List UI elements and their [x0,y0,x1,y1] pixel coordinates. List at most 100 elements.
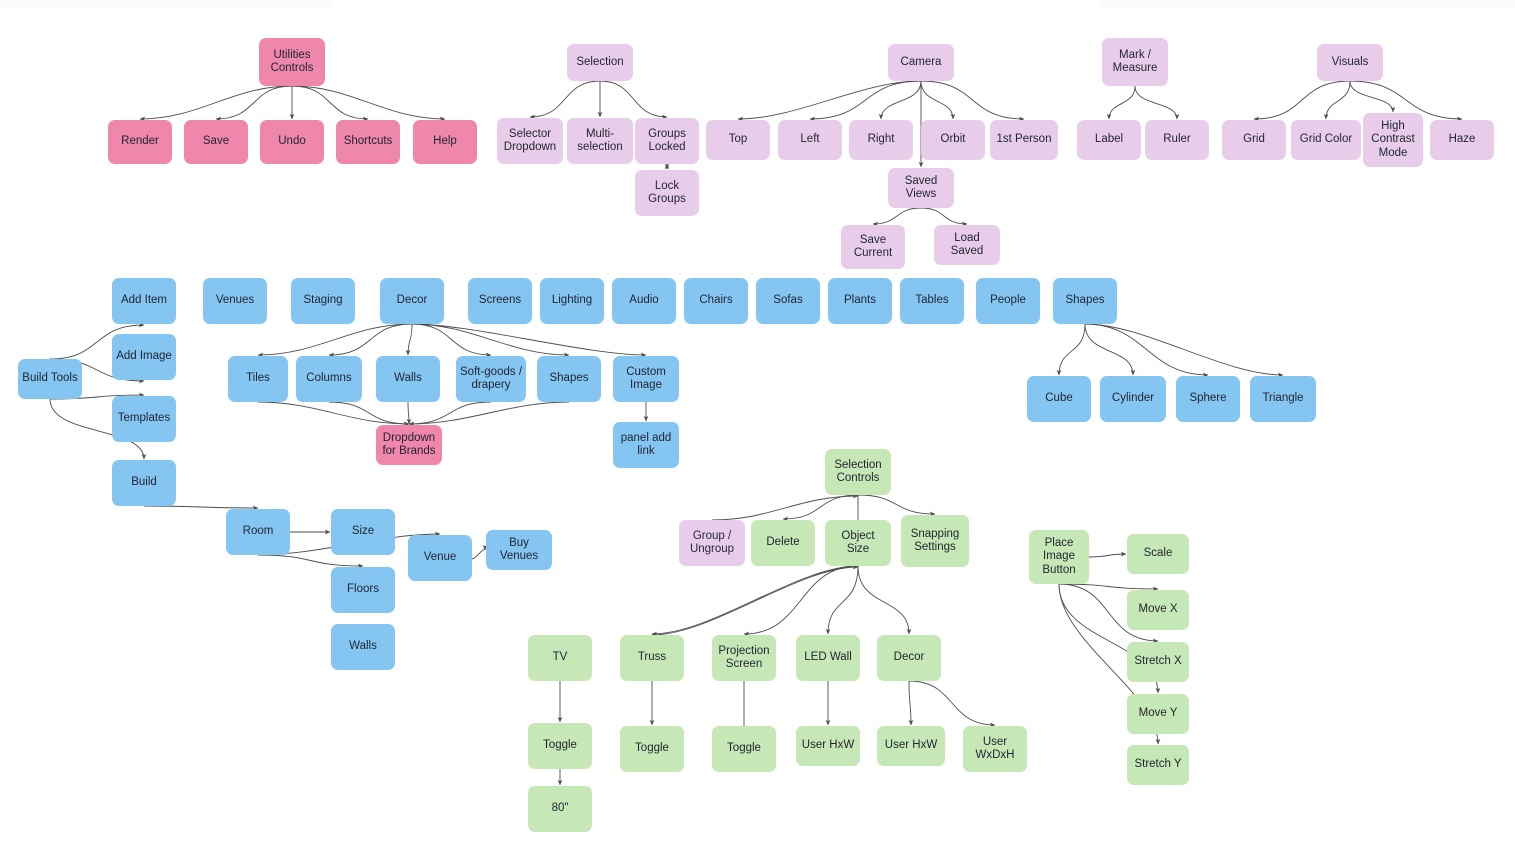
edge-decor-to-walls-decor [405,323,413,356]
node-cam-first-person[interactable]: 1st Person [990,120,1058,160]
node-build[interactable]: Build [112,460,176,506]
node-cam-orbit[interactable]: Orbit [921,120,985,160]
node-selection-controls[interactable]: Selection Controls [825,449,891,495]
node-grid-color[interactable]: Grid Color [1291,120,1361,160]
node-cam-top[interactable]: Top [706,120,770,160]
edge-decor-green-to-user-wxdxh [908,680,996,728]
node-custom-image[interactable]: Custom Image [613,356,679,402]
node-save[interactable]: Save [184,120,248,164]
node-tiles[interactable]: Tiles [228,356,288,402]
node-camera[interactable]: Camera [888,44,954,81]
node-render[interactable]: Render [108,120,172,164]
node-group-ungroup[interactable]: Group / Ungroup [679,520,745,566]
node-tables[interactable]: Tables [900,278,964,324]
node-lighting[interactable]: Lighting [540,278,604,324]
node-user-hxw-led[interactable]: User HxW [796,726,860,766]
node-load-saved[interactable]: Load Saved [934,225,1000,265]
node-shortcuts[interactable]: Shortcuts [336,120,400,164]
node-user-hxw-decor[interactable]: User HxW [877,726,945,766]
node-high-contrast[interactable]: High Contrast Mode [1363,113,1423,167]
node-label: Stretch X [1134,655,1182,668]
node-panel-add-link[interactable]: panel add link [613,422,679,468]
node-cube[interactable]: Cube [1027,376,1091,422]
node-lock-groups[interactable]: Lock Groups [635,170,699,216]
node-buy-venues[interactable]: Buy Venues [486,530,552,570]
node-shapes-sub[interactable]: Shapes [537,356,601,402]
node-truss[interactable]: Truss [620,635,684,681]
node-floors[interactable]: Floors [331,567,395,613]
node-decor[interactable]: Decor [380,278,444,324]
node-undo[interactable]: Undo [260,120,324,164]
node-columns[interactable]: Columns [296,356,362,402]
node-add-image[interactable]: Add Image [112,334,176,380]
node-led-wall[interactable]: LED Wall [796,635,860,681]
node-label: Soft-goods / drapery [460,365,523,392]
node-object-size[interactable]: Object Size [825,520,891,566]
node-selector-dropdown[interactable]: Selector Dropdown [497,118,563,164]
node-utilities-controls[interactable]: Utilities Controls [259,38,325,86]
node-move-y[interactable]: Move Y [1127,694,1189,734]
node-triangle[interactable]: Triangle [1250,376,1316,422]
node-decor-green[interactable]: Decor [877,635,941,681]
node-templates[interactable]: Templates [112,396,176,442]
node-multi-selection[interactable]: Multi-selection [567,118,633,164]
node-toggle-truss[interactable]: Toggle [620,726,684,772]
node-shapes-cat[interactable]: Shapes [1053,278,1117,324]
node-plants[interactable]: Plants [828,278,892,324]
node-staging[interactable]: Staging [291,278,355,324]
node-label: Top [728,133,748,146]
node-move-x[interactable]: Move X [1127,590,1189,630]
node-stretch-x[interactable]: Stretch X [1127,642,1189,682]
edge-selection-controls-to-snapping-settings [857,494,936,517]
node-cam-left[interactable]: Left [778,120,842,160]
node-audio[interactable]: Audio [612,278,676,324]
node-venues[interactable]: Venues [203,278,267,324]
node-visuals[interactable]: Visuals [1317,44,1383,81]
node-user-wxdxh[interactable]: User WxDxH [963,726,1027,772]
node-screens[interactable]: Screens [468,278,532,324]
node-size[interactable]: Size [331,509,395,555]
node-cam-right[interactable]: Right [849,120,913,160]
node-walls-decor[interactable]: Walls [376,356,440,402]
node-snapping-settings[interactable]: Snapping Settings [901,515,969,567]
node-label: Add Item [120,294,168,307]
node-tv[interactable]: TV [528,635,592,681]
node-stretch-y[interactable]: Stretch Y [1127,745,1189,785]
node-label: Stretch Y [1134,758,1182,771]
node-tv-size[interactable]: 80" [528,786,592,832]
node-walls-room[interactable]: Walls [331,624,395,670]
node-delete[interactable]: Delete [751,520,815,566]
node-saved-views[interactable]: Saved Views [888,168,954,208]
node-help[interactable]: Help [413,120,477,164]
node-room[interactable]: Room [226,509,290,555]
node-place-image-button[interactable]: Place Image Button [1029,530,1089,584]
node-label: Toggle [727,742,761,755]
node-cylinder[interactable]: Cylinder [1100,376,1166,422]
node-ruler[interactable]: Ruler [1145,120,1209,160]
node-toggle-projection[interactable]: Toggle [712,726,776,772]
node-scale[interactable]: Scale [1127,534,1189,574]
edge-shapes-cat-to-triangle [1084,323,1284,378]
node-sofas[interactable]: Sofas [756,278,820,324]
node-toggle-tv[interactable]: Toggle [528,723,592,769]
node-haze[interactable]: Haze [1430,120,1494,160]
node-add-item[interactable]: Add Item [112,278,176,324]
node-groups-locked[interactable]: Groups Locked [635,118,699,164]
node-label: Grid Color [1299,133,1353,146]
node-label: Shapes [549,372,589,385]
node-soft-goods[interactable]: Soft-goods / drapery [456,356,526,402]
node-label: Group / Ungroup [689,529,735,556]
node-label[interactable]: Label [1077,120,1141,160]
node-selection[interactable]: Selection [567,44,633,81]
node-people[interactable]: People [976,278,1040,324]
node-sphere[interactable]: Sphere [1176,376,1240,422]
node-dropdown-brands[interactable]: Dropdown for Brands [376,425,442,465]
node-venue[interactable]: Venue [408,535,472,581]
node-projection-screen[interactable]: Projection Screen [712,635,776,681]
node-save-current[interactable]: Save Current [841,225,905,269]
edge-decor-to-custom-image [411,323,647,358]
node-build-tools[interactable]: Build Tools [18,359,82,399]
node-grid[interactable]: Grid [1222,120,1286,160]
node-chairs[interactable]: Chairs [684,278,748,324]
node-mark-measure[interactable]: Mark / Measure [1102,38,1168,86]
